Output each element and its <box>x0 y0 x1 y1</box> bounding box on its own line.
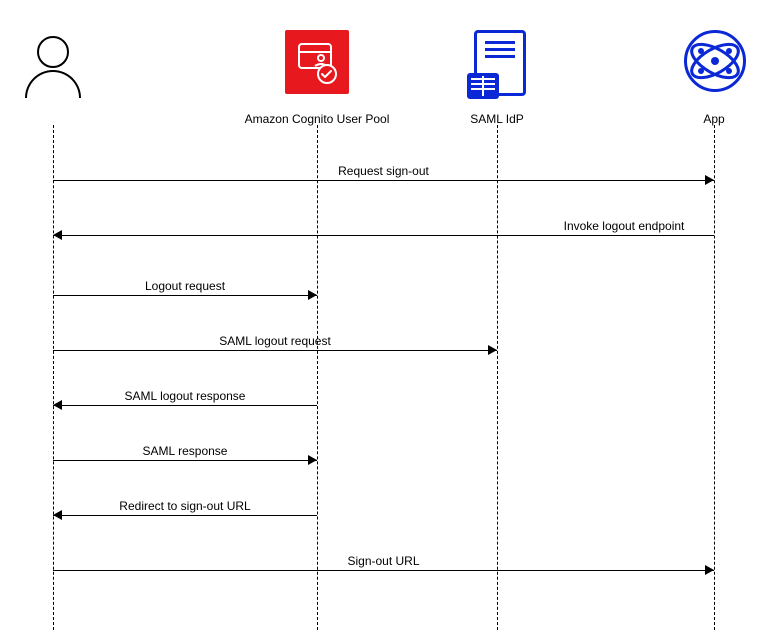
actor-label-saml: SAML IdP <box>470 112 524 126</box>
message-label: SAML logout request <box>219 334 331 350</box>
message-line <box>53 570 714 571</box>
arrow-right-icon <box>705 175 714 185</box>
message-line <box>53 180 714 181</box>
arrow-right-icon <box>705 565 714 575</box>
message-line <box>53 515 317 516</box>
arrow-left-icon <box>53 230 62 240</box>
message-label: SAML logout response <box>125 389 246 405</box>
actor-label-cognito: Amazon Cognito User Pool <box>245 112 390 126</box>
amazon-cognito-icon <box>285 30 349 94</box>
message-line <box>53 460 317 461</box>
message-label: Invoke logout endpoint <box>564 219 685 235</box>
message-line <box>53 350 497 351</box>
arrow-left-icon <box>53 400 62 410</box>
arrow-left-icon <box>53 510 62 520</box>
message-label: Logout request <box>145 279 225 295</box>
lifeline-saml <box>497 125 498 630</box>
message-label: Sign-out URL <box>347 554 419 570</box>
actor-label-app: App <box>703 112 724 126</box>
message-line <box>53 405 317 406</box>
sequence-diagram: Amazon Cognito User Pool SAML IdP App Re… <box>0 0 775 642</box>
message-label: SAML response <box>143 444 228 460</box>
arrow-right-icon <box>308 455 317 465</box>
lifeline-user <box>53 125 54 630</box>
message-line <box>53 295 317 296</box>
message-label: Request sign-out <box>338 164 429 180</box>
user-icon <box>25 36 81 98</box>
lifeline-cognito <box>317 125 318 630</box>
arrow-right-icon <box>308 290 317 300</box>
message-line <box>53 235 714 236</box>
message-label: Redirect to sign-out URL <box>119 499 250 515</box>
saml-idp-icon <box>474 30 526 96</box>
app-icon <box>684 30 746 92</box>
lifeline-app <box>714 125 715 630</box>
arrow-right-icon <box>488 345 497 355</box>
